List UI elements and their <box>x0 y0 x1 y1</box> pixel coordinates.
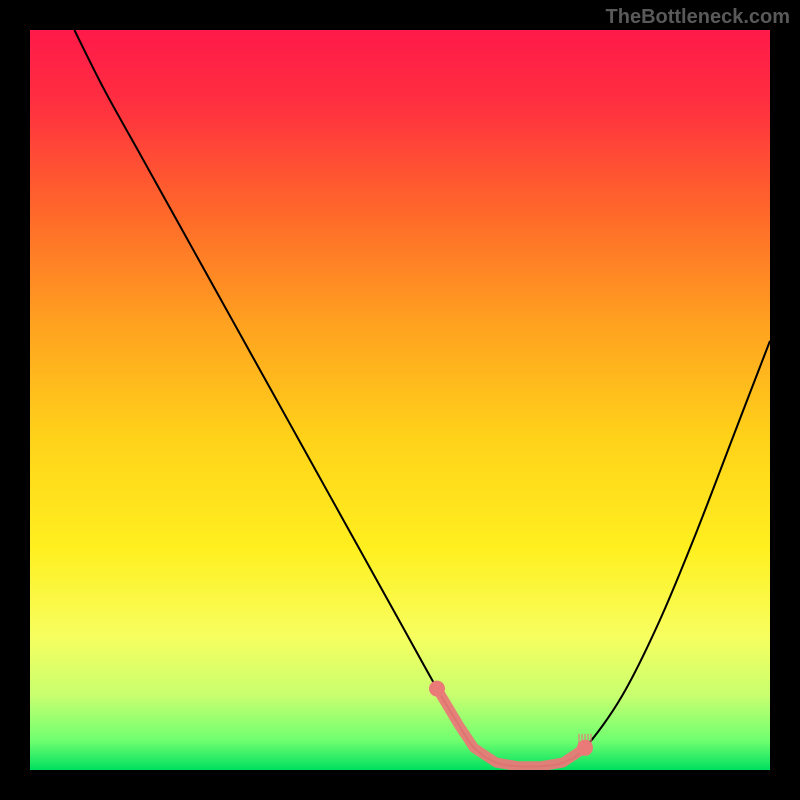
chart-frame <box>30 30 770 770</box>
highlight-end-dot <box>429 681 445 697</box>
watermark-text: TheBottleneck.com <box>606 6 790 29</box>
highlight-band <box>437 689 585 767</box>
chart-highlight-layer <box>30 30 770 770</box>
